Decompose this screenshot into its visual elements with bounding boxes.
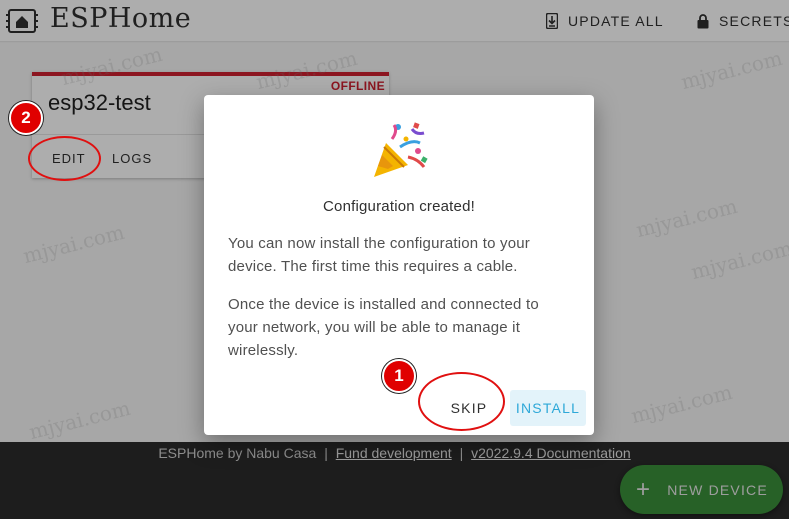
party-popper-icon — [374, 122, 428, 177]
step-marker: 1 — [382, 359, 416, 393]
dialog-title: Configuration created! — [323, 198, 475, 215]
edit-highlight-ring — [28, 136, 101, 181]
skip-highlight-ring — [418, 372, 505, 431]
dialog-text: Once the device is installed and connect… — [228, 296, 539, 359]
install-button[interactable]: INSTALL — [510, 390, 586, 426]
step-marker: 2 — [9, 101, 43, 135]
dialog-text: You can now install the configuration to… — [228, 235, 530, 275]
